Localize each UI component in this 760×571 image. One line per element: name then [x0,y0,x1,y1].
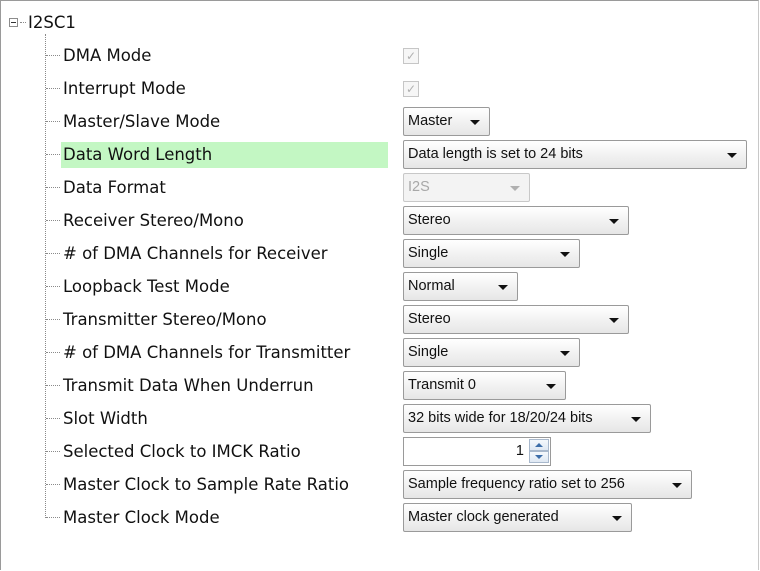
dma-channels-transmitter-dropdown[interactable]: Single [403,338,580,367]
master-clock-sample-rate-dropdown[interactable]: Sample frequency ratio set to 256 [403,470,692,499]
interrupt-mode-checkbox[interactable]: ✓ [403,81,419,97]
chevron-down-icon [672,483,682,488]
chevron-down-icon [510,186,520,191]
chevron-down-icon [727,153,737,158]
property-label: Transmitter Stereo/Mono [63,310,267,329]
property-row-dma-mode: DMA Mode ✓ [1,39,760,72]
property-row-interrupt-mode: Interrupt Mode ✓ [1,72,760,105]
property-label: Data Format [63,178,166,197]
property-row-clock-imck-ratio: Selected Clock to IMCK Ratio 1 [1,435,760,468]
chevron-down-icon [560,252,570,257]
property-label: Transmit Data When Underrun [63,376,314,395]
spinner-value[interactable]: 1 [516,443,524,459]
property-row-receiver-stereo-mono: Receiver Stereo/Mono Stereo [1,204,760,237]
spinner-down-arrow-icon[interactable] [529,451,549,463]
property-label: Master/Slave Mode [63,112,221,131]
property-row-data-word-length: Data Word Length Data length is set to 2… [1,138,760,171]
tree-root-label: I2SC1 [28,12,76,32]
property-label: Selected Clock to IMCK Ratio [63,442,301,461]
property-row-transmitter-stereo-mono: Transmitter Stereo/Mono Stereo [1,303,760,336]
data-word-length-dropdown[interactable]: Data length is set to 24 bits [403,140,747,169]
property-label-highlighted: Data Word Length [61,142,388,168]
loopback-test-mode-dropdown[interactable]: Normal [403,272,518,301]
property-row-master-clock-mode: Master Clock Mode Master clock generated [1,501,760,534]
dma-mode-checkbox[interactable]: ✓ [403,48,419,64]
collapse-icon[interactable] [9,17,18,27]
property-row-loopback-test-mode: Loopback Test Mode Normal [1,270,760,303]
configuration-tree-panel: I2SC1 DMA Mode ✓ Interrupt Mode ✓ Master… [0,0,759,570]
chevron-down-icon [560,351,570,356]
property-row-slot-width: Slot Width 32 bits wide for 18/20/24 bit… [1,402,760,435]
property-label: DMA Mode [63,46,152,65]
property-label: # of DMA Channels for Transmitter [63,343,351,362]
property-row-transmit-data-underrun: Transmit Data When Underrun Transmit 0 [1,369,760,402]
spinner-up-arrow-icon[interactable] [529,439,549,451]
transmitter-stereo-mono-dropdown[interactable]: Stereo [403,305,629,334]
transmit-data-underrun-dropdown[interactable]: Transmit 0 [403,371,566,400]
master-slave-mode-dropdown[interactable]: Master [403,107,490,136]
chevron-down-icon [631,417,641,422]
chevron-down-icon [546,384,556,389]
property-label: Master Clock to Sample Rate Ratio [63,475,350,494]
property-row-data-format: Data Format I2S [1,171,760,204]
property-label: # of DMA Channels for Receiver [63,244,328,263]
tree-root-node: I2SC1 [9,12,76,32]
chevron-down-icon [609,219,619,224]
master-clock-mode-dropdown[interactable]: Master clock generated [403,503,632,532]
dma-channels-receiver-dropdown[interactable]: Single [403,239,580,268]
property-row-master-clock-sample-rate: Master Clock to Sample Rate Ratio Sample… [1,468,760,501]
property-label: Interrupt Mode [63,79,186,98]
property-row-master-slave-mode: Master/Slave Mode Master [1,105,760,138]
receiver-stereo-mono-dropdown[interactable]: Stereo [403,206,629,235]
chevron-down-icon [498,285,508,290]
property-label: Loopback Test Mode [63,277,230,296]
property-label: Slot Width [63,409,148,428]
clock-imck-ratio-spinner[interactable]: 1 [403,437,551,466]
chevron-down-icon [612,516,622,521]
chevron-down-icon [470,120,480,125]
property-label: Master Clock Mode [63,508,220,527]
chevron-down-icon [609,318,619,323]
property-row-dma-channels-receiver: # of DMA Channels for Receiver Single [1,237,760,270]
property-row-dma-channels-transmitter: # of DMA Channels for Transmitter Single [1,336,760,369]
slot-width-dropdown[interactable]: 32 bits wide for 18/20/24 bits [403,404,651,433]
property-label: Receiver Stereo/Mono [63,211,244,230]
data-format-dropdown: I2S [403,173,530,202]
